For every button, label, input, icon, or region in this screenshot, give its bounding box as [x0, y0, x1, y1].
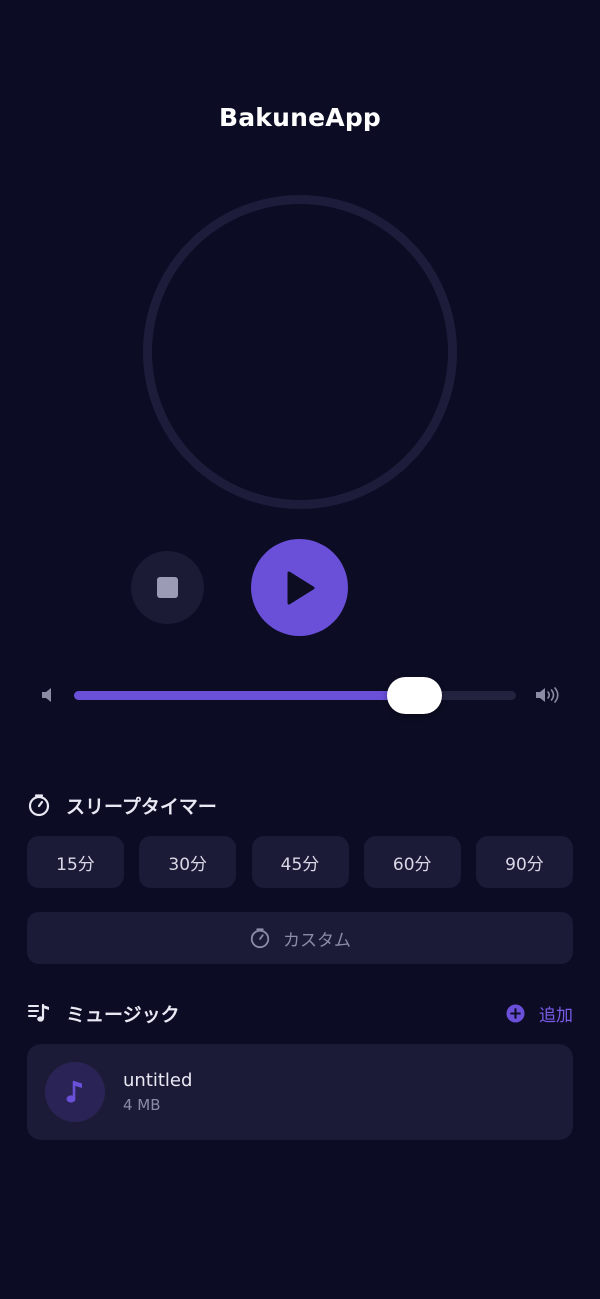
timer-option-90[interactable]: 90分: [476, 836, 573, 888]
play-button[interactable]: [251, 539, 348, 636]
custom-timer-button[interactable]: カスタム: [27, 912, 573, 964]
music-title: ミュージック: [66, 1003, 180, 1026]
sleep-timer-title: スリープタイマー: [66, 795, 217, 818]
music-list-icon: [28, 1003, 49, 1022]
timer-icon: [28, 794, 50, 817]
timer-option-60[interactable]: 60分: [363, 836, 461, 888]
timer-option-45[interactable]: 45分: [251, 836, 349, 888]
sleep-timer-header: スリープタイマー: [27, 791, 217, 819]
music-avatar: [45, 1062, 105, 1122]
app-title: BakuneApp: [218, 103, 382, 132]
volume-low-icon: [42, 688, 51, 702]
volume-fill: [74, 691, 415, 700]
music-header: ミュージック: [27, 999, 180, 1027]
custom-timer-label: カスタム: [283, 930, 351, 951]
add-music-button[interactable]: 追加: [506, 999, 573, 1027]
timer-icon: [250, 928, 270, 949]
volume-thumb[interactable]: [387, 677, 443, 714]
timer-option-15[interactable]: 15分: [27, 836, 124, 888]
add-music-label: 追加: [539, 1005, 573, 1026]
music-note-icon: [66, 1080, 82, 1103]
music-item-name: untitled: [123, 1070, 193, 1091]
volume-slider[interactable]: [74, 677, 516, 714]
volume-high-icon: [536, 687, 559, 703]
timer-options: 15分 30分 45分 60分 90分: [27, 836, 573, 888]
music-list-item[interactable]: untitled 4 MB: [27, 1044, 573, 1140]
stop-button[interactable]: [131, 551, 204, 624]
timer-option-30[interactable]: 30分: [139, 836, 237, 888]
stop-icon: [157, 577, 178, 598]
music-item-size: 4 MB: [123, 1096, 161, 1114]
plus-circle-icon: [506, 1003, 525, 1023]
moon-icon: [280, 323, 330, 378]
play-icon: [287, 571, 314, 604]
